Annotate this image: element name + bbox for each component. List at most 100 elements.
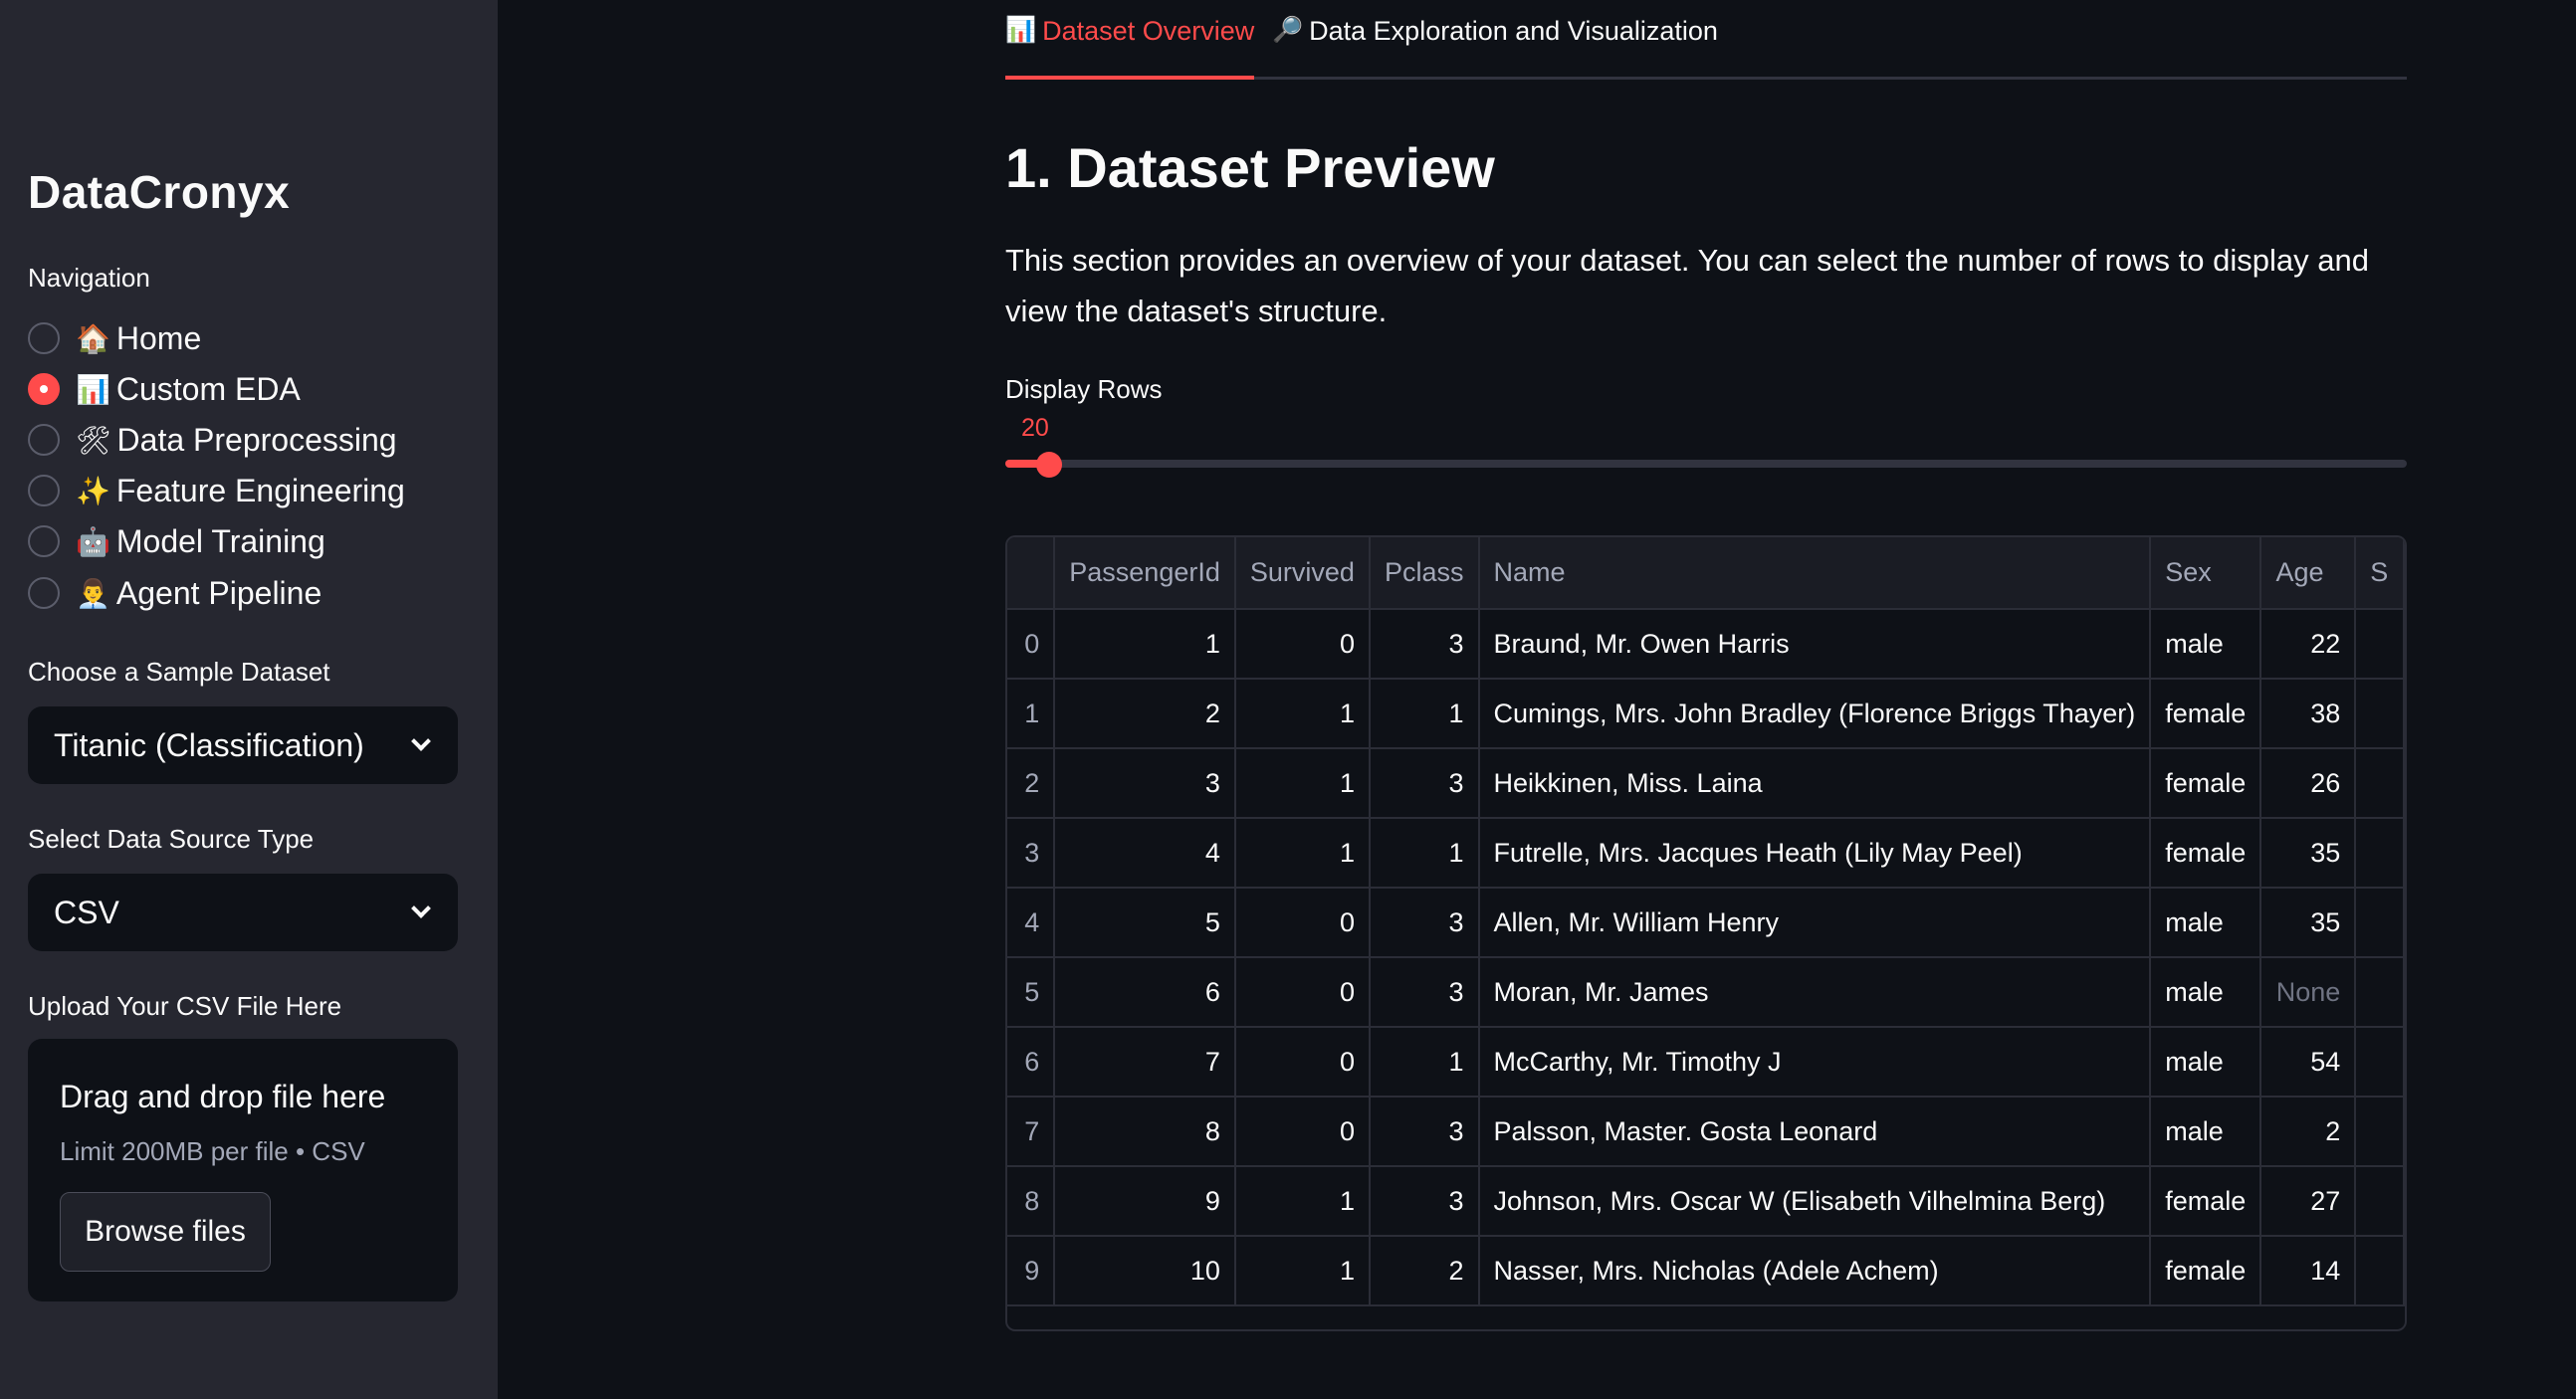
table-cell[interactable]: female	[2150, 1236, 2262, 1306]
table-cell[interactable]	[2355, 1027, 2405, 1098]
column-header[interactable]: PassengerId	[1054, 537, 1236, 610]
data-source-select[interactable]: CSV	[28, 874, 458, 951]
table-cell[interactable]: 3	[1369, 1097, 1480, 1167]
table-cell[interactable]: 3	[1369, 957, 1480, 1028]
table-cell[interactable]: female	[2150, 679, 2262, 749]
table-cell[interactable]: 0	[1007, 609, 1056, 680]
table-cell[interactable]: Johnson, Mrs. Oscar W (Elisabeth Vilhelm…	[1478, 1166, 2152, 1237]
table-cell[interactable]: female	[2150, 818, 2262, 889]
table-cell[interactable]: 2	[1054, 679, 1236, 749]
nav-radio-model-training[interactable]: 🤖 Model Training	[28, 519, 325, 563]
table-cell[interactable]: McCarthy, Mr. Timothy J	[1478, 1027, 2152, 1098]
tab-data-exploration[interactable]: 🔎 Data Exploration and Visualization	[1272, 16, 1718, 80]
table-cell[interactable]: 0	[1234, 609, 1371, 680]
table-cell[interactable]: 1	[1234, 818, 1371, 889]
column-header[interactable]: Survived	[1234, 537, 1371, 610]
table-cell[interactable]: Palsson, Master. Gosta Leonard	[1478, 1097, 2152, 1167]
column-header[interactable]: Pclass	[1369, 537, 1480, 610]
table-cell[interactable]: 1	[1234, 1236, 1371, 1306]
radio-circle[interactable]	[28, 577, 60, 609]
table-row[interactable]: 4 5 0 3 Allen, Mr. William Henry male 35	[1007, 888, 2405, 958]
table-cell[interactable]: male	[2150, 609, 2262, 680]
radio-circle-selected[interactable]	[28, 373, 60, 405]
table-cell[interactable]: 3	[1369, 888, 1480, 958]
column-header[interactable]: S	[2355, 537, 2405, 610]
table-cell[interactable]: 4	[1054, 818, 1236, 889]
table-cell[interactable]: Nasser, Mrs. Nicholas (Adele Achem)	[1478, 1236, 2152, 1306]
table-cell[interactable]: Heikkinen, Miss. Laina	[1478, 748, 2152, 819]
table-cell[interactable]	[2355, 888, 2405, 958]
table-cell[interactable]: 9	[1007, 1236, 1056, 1306]
table-cell[interactable]: male	[2150, 957, 2262, 1028]
display-rows-slider-track[interactable]	[1005, 460, 2407, 468]
column-header[interactable]: Age	[2260, 537, 2357, 610]
table-cell[interactable]: 10	[1054, 1236, 1236, 1306]
tab-dataset-overview[interactable]: 📊 Dataset Overview	[1005, 16, 1255, 80]
column-header[interactable]: Name	[1478, 537, 2152, 610]
table-cell[interactable]: 1	[1369, 818, 1480, 889]
table-cell[interactable]	[2355, 679, 2405, 749]
radio-circle[interactable]	[28, 322, 60, 354]
sample-dataset-select[interactable]: Titanic (Classification)	[28, 706, 458, 784]
table-cell[interactable]: 0	[1234, 888, 1371, 958]
table-cell[interactable]: 1	[1369, 679, 1480, 749]
table-cell[interactable]: 1	[1054, 609, 1236, 680]
table-cell[interactable]: 8	[1007, 1166, 1056, 1237]
table-cell[interactable]: 1	[1007, 679, 1056, 749]
table-cell[interactable]: 3	[1369, 748, 1480, 819]
table-cell[interactable]	[2355, 1097, 2405, 1167]
nav-radio-feature-engineering[interactable]: ✨ Feature Engineering	[28, 469, 405, 512]
table-row[interactable]: 6 7 0 1 McCarthy, Mr. Timothy Jmale 54	[1007, 1027, 2405, 1098]
table-row[interactable]: 2 3 1 3 Heikkinen, Miss. Laina female 26	[1007, 748, 2405, 819]
dataframe-table[interactable]: PassengerId Survived Pclass Name Sex Age S 010…	[1005, 535, 2407, 1331]
table-cell[interactable]: 0	[1234, 1027, 1371, 1098]
table-cell[interactable]: Cumings, Mrs. John Bradley (Florence Bri…	[1478, 679, 2152, 749]
table-cell[interactable]: Braund, Mr. Owen Harris	[1478, 609, 2152, 680]
table-cell[interactable]: Allen, Mr. William Henry	[1478, 888, 2152, 958]
table-cell[interactable]: 1	[1234, 1166, 1371, 1237]
nav-radio-agent-pipeline[interactable]: 👨‍💼 Agent Pipeline	[28, 571, 322, 615]
table-cell[interactable]: 26	[2260, 748, 2357, 819]
table-cell[interactable]: 22	[2260, 609, 2357, 680]
table-cell[interactable]: 8	[1054, 1097, 1236, 1167]
radio-circle[interactable]	[28, 475, 60, 506]
table-cell[interactable]: 3	[1007, 818, 1056, 889]
table-cell[interactable]: 1	[1234, 748, 1371, 819]
table-row[interactable]: 1 2 1 1 Cumings, Mrs. John Bradley (Florence…	[1007, 679, 2405, 749]
table-cell[interactable]: 54	[2260, 1027, 2357, 1098]
table-cell[interactable]: 1	[1234, 679, 1371, 749]
table-cell[interactable]: 5	[1054, 888, 1236, 958]
table-cell[interactable]: 6	[1054, 957, 1236, 1028]
table-cell[interactable]: 4	[1007, 888, 1056, 958]
table-cell[interactable]: 2	[2260, 1097, 2357, 1167]
table-cell[interactable]: 0	[1234, 1097, 1371, 1167]
table-cell[interactable]: 9	[1054, 1166, 1236, 1237]
table-cell[interactable]: 27	[2260, 1166, 2357, 1237]
table-row[interactable]: 0 1 0 3 Braund, Mr. Owen Harris male 22	[1007, 609, 2405, 680]
table-cell[interactable]: None	[2260, 957, 2357, 1028]
table-cell[interactable]: 7	[1007, 1097, 1056, 1167]
table-cell[interactable]: 5	[1007, 957, 1056, 1028]
table-cell[interactable]: male	[2150, 888, 2262, 958]
table-cell[interactable]: 35	[2260, 818, 2357, 889]
nav-radio-home[interactable]: 🏠 Home	[28, 316, 201, 360]
table-cell[interactable]: 35	[2260, 888, 2357, 958]
table-cell[interactable]: male	[2150, 1097, 2262, 1167]
column-header[interactable]	[1007, 537, 1056, 610]
display-rows-slider-thumb[interactable]	[1036, 452, 1062, 478]
table-cell[interactable]	[2355, 818, 2405, 889]
table-cell[interactable]: 7	[1054, 1027, 1236, 1098]
table-row[interactable]: 5 6 0 3 Moran, Mr. James male None	[1007, 957, 2405, 1028]
radio-circle[interactable]	[28, 424, 60, 456]
table-cell[interactable]: Futrelle, Mrs. Jacques Heath (Lily May P…	[1478, 818, 2152, 889]
table-row[interactable]: 9 10 1 2 Nasser, Mrs. Nicholas (Adele Achem)…	[1007, 1236, 2405, 1306]
table-cell[interactable]: female	[2150, 1166, 2262, 1237]
table-cell[interactable]: 14	[2260, 1236, 2357, 1306]
table-cell[interactable]	[2355, 1236, 2405, 1306]
nav-radio-custom-eda[interactable]: 📊 Custom EDA	[28, 367, 301, 411]
radio-circle[interactable]	[28, 525, 60, 557]
table-cell[interactable]: 2	[1007, 748, 1056, 819]
table-cell[interactable]: 2	[1369, 1236, 1480, 1306]
table-cell[interactable]: Moran, Mr. James	[1478, 957, 2152, 1028]
table-cell[interactable]	[2355, 609, 2405, 680]
